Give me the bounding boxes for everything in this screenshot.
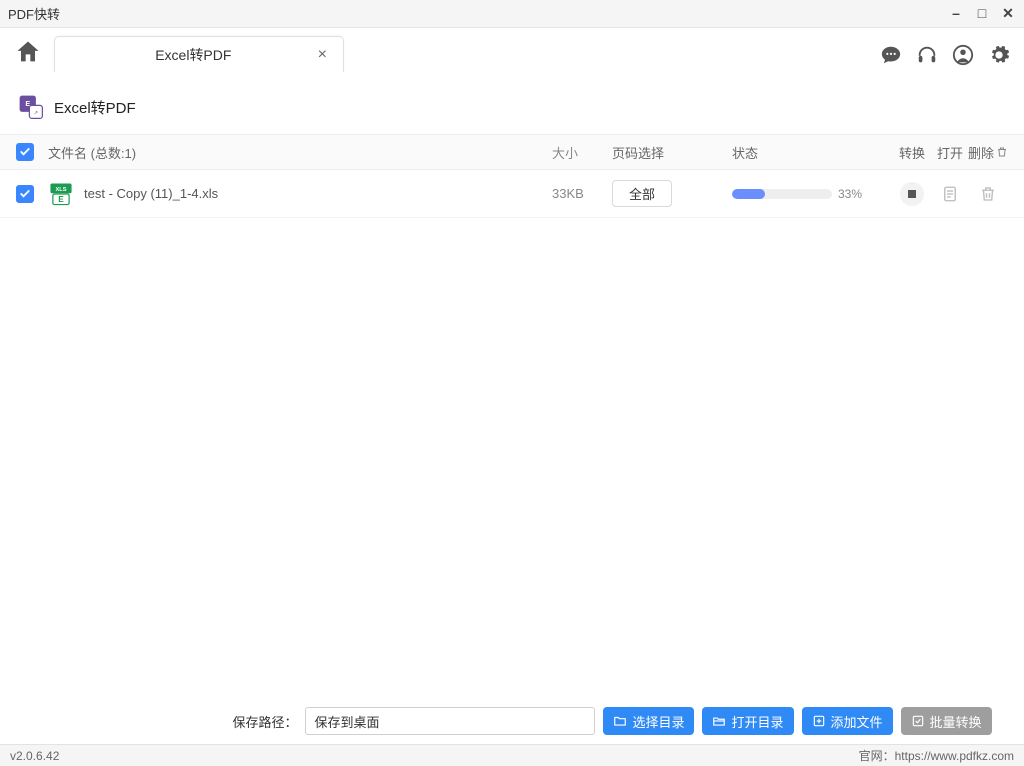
check-icon bbox=[19, 188, 31, 200]
file-status: 33% bbox=[732, 187, 892, 201]
delete-file-button[interactable] bbox=[976, 182, 1000, 206]
folder-open-icon bbox=[712, 714, 726, 728]
select-all-checkbox[interactable] bbox=[16, 143, 34, 161]
trash-icon[interactable] bbox=[996, 146, 1008, 158]
tab-close-button[interactable]: × bbox=[314, 46, 331, 64]
site-url[interactable]: https://www.pdfkz.com bbox=[895, 749, 1014, 763]
file-open-cell bbox=[932, 182, 968, 206]
section-header: E ↗ Excel转PDF bbox=[0, 72, 1024, 134]
window-controls: – □ ✕ bbox=[948, 5, 1016, 22]
choose-dir-button[interactable]: 选择目录 bbox=[603, 707, 694, 735]
section-title: Excel转PDF bbox=[54, 97, 136, 118]
add-file-button[interactable]: 添加文件 bbox=[802, 707, 893, 735]
open-file-button[interactable] bbox=[938, 182, 962, 206]
stop-button[interactable] bbox=[900, 182, 924, 206]
file-name-cell: XLS E test - Copy (11)_1-4.xls bbox=[48, 181, 552, 207]
xls-file-icon: XLS E bbox=[48, 181, 74, 207]
chat-icon[interactable] bbox=[880, 44, 902, 66]
header-convert: 转换 bbox=[892, 143, 932, 162]
progress-fill bbox=[732, 189, 765, 199]
convert-icon bbox=[911, 714, 925, 728]
stop-icon bbox=[908, 190, 916, 198]
header-filename: 文件名 (总数:1) bbox=[48, 143, 552, 162]
file-pages: 全部 bbox=[612, 180, 732, 207]
svg-text:↗: ↗ bbox=[33, 110, 38, 116]
minimize-button[interactable]: – bbox=[948, 5, 964, 22]
progress-bar bbox=[732, 189, 832, 199]
check-icon bbox=[19, 146, 31, 158]
file-name: test - Copy (11)_1-4.xls bbox=[84, 186, 218, 201]
home-button[interactable] bbox=[14, 38, 42, 66]
svg-text:XLS: XLS bbox=[55, 186, 66, 192]
user-icon[interactable] bbox=[952, 44, 974, 66]
svg-text:E: E bbox=[58, 195, 64, 204]
open-dir-button[interactable]: 打开目录 bbox=[702, 707, 793, 735]
header-size: 大小 bbox=[552, 143, 612, 162]
file-delete-cell bbox=[968, 182, 1008, 206]
save-path-input[interactable] bbox=[305, 707, 595, 735]
version-label: v2.0.6.42 bbox=[10, 749, 59, 763]
bottom-bar: 保存路径： 选择目录 打开目录 添加文件 批量转换 bbox=[0, 698, 1024, 744]
site-label: 官网： bbox=[859, 747, 895, 764]
header-delete: 删除 bbox=[968, 143, 1008, 162]
headset-icon[interactable] bbox=[916, 44, 938, 66]
document-icon bbox=[941, 185, 959, 203]
maximize-button[interactable]: □ bbox=[974, 5, 990, 22]
progress-percent: 33% bbox=[838, 187, 862, 201]
list-header: 文件名 (总数:1) 大小 页码选择 状态 转换 打开 删除 bbox=[0, 134, 1024, 170]
header-pages: 页码选择 bbox=[612, 143, 732, 162]
close-button[interactable]: ✕ bbox=[1000, 5, 1016, 22]
home-icon bbox=[14, 38, 42, 66]
page-select-button[interactable]: 全部 bbox=[612, 180, 672, 207]
header-status: 状态 bbox=[732, 143, 892, 162]
toolbar: Excel转PDF × bbox=[0, 28, 1024, 72]
trash-icon bbox=[979, 185, 997, 203]
statusbar: v2.0.6.42 官网： https://www.pdfkz.com bbox=[0, 744, 1024, 766]
tab-label: Excel转PDF bbox=[73, 45, 314, 65]
toolbar-actions bbox=[880, 44, 1010, 66]
gear-icon[interactable] bbox=[988, 44, 1010, 66]
file-size: 33KB bbox=[552, 186, 612, 201]
batch-convert-button[interactable]: 批量转换 bbox=[901, 707, 992, 735]
header-open: 打开 bbox=[932, 143, 968, 162]
titlebar: PDF快转 – □ ✕ bbox=[0, 0, 1024, 28]
file-row: XLS E test - Copy (11)_1-4.xls 33KB 全部 3… bbox=[0, 170, 1024, 218]
folder-search-icon bbox=[613, 714, 627, 728]
save-path-label: 保存路径： bbox=[232, 712, 297, 731]
row-checkbox[interactable] bbox=[16, 185, 34, 203]
plus-icon bbox=[812, 714, 826, 728]
tab-excel-to-pdf[interactable]: Excel转PDF × bbox=[54, 36, 344, 72]
excel-pdf-icon: E ↗ bbox=[18, 94, 44, 120]
file-convert-cell bbox=[892, 182, 932, 206]
window-title: PDF快转 bbox=[8, 4, 948, 23]
